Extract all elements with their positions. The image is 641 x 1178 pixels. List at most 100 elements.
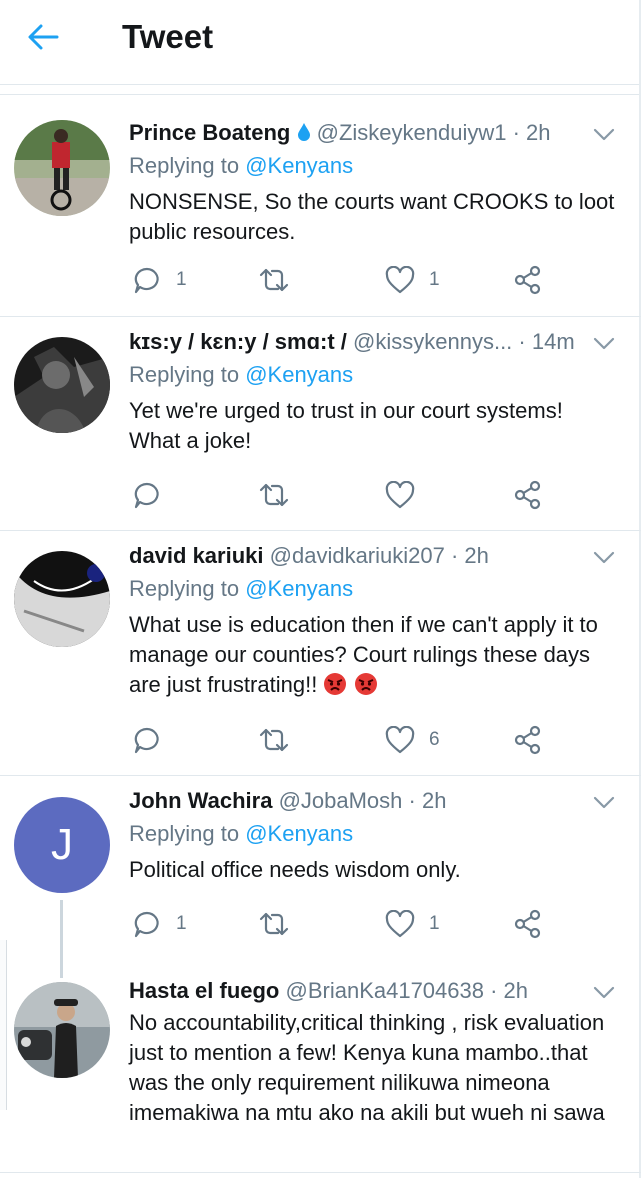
heart-icon (385, 726, 415, 754)
tweet[interactable]: J John Wachira @JobaMosh · 2h Replying t… (0, 776, 641, 966)
retweet-button[interactable] (257, 477, 291, 513)
mention-link[interactable]: @Kenyans (245, 362, 353, 387)
reply-count: 1 (176, 269, 187, 290)
avatar[interactable] (14, 337, 110, 433)
retweet-button[interactable] (257, 906, 291, 942)
user-name[interactable]: John Wachira (129, 788, 272, 813)
tweet-text: Political office needs wisdom only. (129, 857, 461, 882)
avatar[interactable] (14, 120, 110, 216)
share-icon (513, 480, 543, 510)
timestamp: · 2h (408, 788, 447, 813)
angry-face-emoji (323, 672, 353, 697)
timestamp: · 2h (490, 978, 529, 1003)
like-count: 6 (429, 729, 440, 750)
tweet-header: Hasta el fuego @BrianKa41704638 · 2h (129, 977, 528, 1005)
replying-to: Replying to @Kenyans (129, 820, 353, 848)
reply-button[interactable]: 1 (132, 906, 187, 942)
action-bar: 6 (0, 722, 641, 758)
share-icon (513, 265, 543, 295)
reply-icon (132, 725, 162, 755)
timestamp: · 2h (450, 543, 489, 568)
droplet-icon (297, 120, 317, 145)
like-button[interactable] (385, 477, 415, 513)
user-handle[interactable]: @JobaMosh (279, 788, 403, 813)
like-button[interactable]: 6 (385, 722, 440, 758)
replying-prefix: Replying to (129, 821, 240, 846)
user-handle[interactable]: @Ziskeykenduiyw1 (317, 120, 507, 145)
user-handle[interactable]: @BrianKa41704638 (286, 978, 484, 1003)
tweet-header: david kariuki @davidkariuki207 · 2h (129, 542, 489, 570)
divider (0, 1172, 641, 1173)
angry-face-emoji (354, 672, 378, 697)
tweet[interactable]: david kariuki @davidkariuki207 · 2h Repl… (0, 531, 641, 776)
tweet[interactable]: Prince Boateng @Ziskeykenduiyw1 · 2h Rep… (0, 108, 641, 317)
tweet-text: NONSENSE, So the courts want CROOKS to l… (129, 189, 615, 244)
retweet-button[interactable] (257, 722, 291, 758)
like-count: 1 (429, 269, 440, 290)
retweet-button[interactable] (257, 262, 291, 298)
reply-button[interactable] (132, 477, 176, 513)
replying-to: Replying to @Kenyans (129, 152, 353, 180)
reply-button[interactable]: 1 (132, 262, 187, 298)
replying-prefix: Replying to (129, 153, 240, 178)
action-bar: 1 1 (0, 262, 641, 298)
chevron-down-icon[interactable] (593, 128, 615, 142)
reply-count: 1 (176, 913, 187, 934)
avatar[interactable]: J (14, 797, 110, 893)
heart-icon (385, 266, 415, 294)
replying-to: Replying to @Kenyans (129, 361, 353, 389)
timestamp: · 2h (512, 120, 551, 145)
tweet-header: Prince Boateng @Ziskeykenduiyw1 · 2h (129, 119, 551, 147)
tweet-text: Yet we're urged to trust in our court sy… (129, 398, 563, 453)
replying-prefix: Replying to (129, 362, 240, 387)
top-bar: Tweet (0, 0, 641, 85)
retweet-icon (257, 265, 291, 295)
retweet-icon (257, 909, 291, 939)
mention-link[interactable]: @Kenyans (245, 576, 353, 601)
like-count: 1 (429, 913, 440, 934)
chevron-down-icon[interactable] (593, 986, 615, 1000)
user-name[interactable]: Hasta el fuego (129, 978, 279, 1003)
share-button[interactable] (513, 722, 543, 758)
reply-button[interactable] (132, 722, 176, 758)
replying-prefix: Replying to (129, 576, 240, 601)
user-handle[interactable]: @davidkariuki207 (270, 543, 445, 568)
tweet-text: No accountability,critical thinking , ri… (129, 1010, 605, 1125)
tweet[interactable]: kɪs:y / kɛn:y / smɑ:t / @kissykennys... … (0, 317, 641, 531)
mention-link[interactable]: @Kenyans (245, 821, 353, 846)
avatar-letter: J (51, 820, 73, 869)
back-arrow-icon[interactable] (26, 22, 60, 52)
avatar[interactable] (14, 551, 110, 647)
reply-icon (132, 265, 162, 295)
like-button[interactable]: 1 (385, 906, 440, 942)
action-bar (0, 477, 641, 513)
tweet-text: What use is education then if we can't a… (129, 610, 619, 700)
heart-icon (385, 481, 415, 509)
avatar[interactable] (14, 982, 110, 1078)
tweet-header: kɪs:y / kɛn:y / smɑ:t / @kissykennys... … (129, 328, 575, 356)
share-icon (513, 725, 543, 755)
like-button[interactable]: 1 (385, 262, 440, 298)
reply-icon (132, 480, 162, 510)
chevron-down-icon[interactable] (593, 796, 615, 810)
action-bar: 1 1 (0, 906, 641, 942)
share-icon (513, 909, 543, 939)
heart-icon (385, 910, 415, 938)
user-name[interactable]: Prince Boateng (129, 120, 290, 145)
chevron-down-icon[interactable] (593, 337, 615, 351)
mention-link[interactable]: @Kenyans (245, 153, 353, 178)
share-button[interactable] (513, 906, 543, 942)
retweet-icon (257, 480, 291, 510)
user-name[interactable]: david kariuki (129, 543, 264, 568)
chevron-down-icon[interactable] (593, 551, 615, 565)
tweet-header: John Wachira @JobaMosh · 2h (129, 787, 446, 815)
reply-icon (132, 909, 162, 939)
share-button[interactable] (513, 477, 543, 513)
replying-to: Replying to @Kenyans (129, 575, 353, 603)
timestamp: · 14m (518, 329, 575, 354)
user-name[interactable]: kɪs:y / kɛn:y / smɑ:t / (129, 329, 347, 354)
share-button[interactable] (513, 262, 543, 298)
page-title: Tweet (122, 18, 214, 55)
tweet[interactable]: Hasta el fuego @BrianKa41704638 · 2h No … (0, 966, 641, 1172)
user-handle[interactable]: @kissykennys... (353, 329, 512, 354)
